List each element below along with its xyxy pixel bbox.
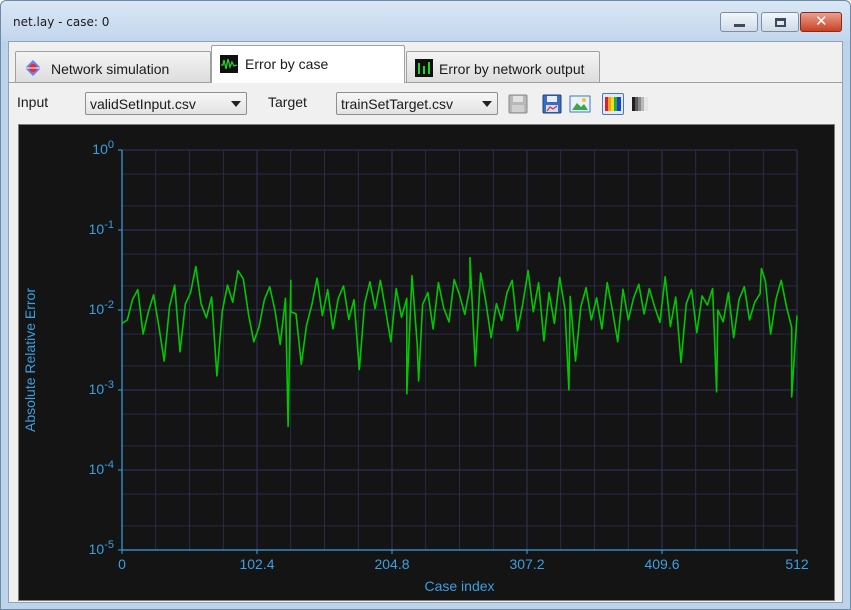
y-tick-label: 10-3	[89, 379, 114, 397]
x-tick-label: 102.4	[239, 556, 274, 572]
save-disk-icon	[508, 94, 528, 114]
grayscale-palette-icon	[632, 97, 648, 111]
client-area: Network simulation Error by case Error b…	[8, 41, 843, 603]
y-tick-label: 100	[92, 139, 114, 157]
y-tick-label: 10-2	[89, 299, 114, 317]
color-palette-toggle[interactable]	[602, 93, 624, 115]
window-title: net.lay - case: 0	[13, 15, 110, 29]
export-picture-button[interactable]	[569, 93, 591, 115]
minimize-icon	[734, 24, 745, 27]
maximize-button[interactable]	[761, 12, 799, 32]
plot-area[interactable]: 0 102.4 204.8 307.2 409.6 512 100 10-1 10-2 10-3 1…	[18, 124, 835, 601]
color-palette-icon	[605, 97, 621, 111]
title-bar[interactable]: net.lay - case: 0 ✕	[1, 1, 850, 41]
tab-label: Error by network output	[439, 61, 585, 77]
close-button[interactable]: ✕	[800, 12, 842, 32]
input-label: Input	[17, 94, 49, 110]
close-icon: ✕	[815, 12, 828, 30]
tab-label: Network simulation	[51, 61, 170, 77]
chevron-down-icon	[482, 101, 492, 107]
y-tick-label: 10-5	[89, 539, 114, 557]
x-tick-label: 409.6	[644, 556, 679, 572]
bar-meter-icon	[415, 59, 433, 77]
x-tick-label: 307.2	[509, 556, 544, 572]
target-select[interactable]: trainSetTarget.csv	[336, 92, 498, 115]
chevron-down-icon	[231, 101, 241, 107]
save-image-button[interactable]	[541, 93, 563, 115]
tab-network-simulation[interactable]: Network simulation	[15, 51, 211, 83]
y-tick-label: 10-4	[89, 459, 114, 477]
target-select-value: trainSetTarget.csv	[341, 96, 454, 112]
minimize-button[interactable]	[720, 12, 758, 32]
maximize-icon	[775, 18, 786, 27]
error-chart: 0 102.4 204.8 307.2 409.6 512 100 10-1 10-2 10-3 1…	[19, 125, 834, 600]
tab-error-by-case[interactable]: Error by case	[211, 45, 405, 83]
grayscale-palette-toggle[interactable]	[630, 93, 652, 115]
input-select-value: validSetInput.csv	[90, 96, 196, 112]
app-window: net.lay - case: 0 ✕ Network simulation E…	[0, 0, 851, 610]
save-image-icon	[542, 94, 562, 114]
y-axis-title: Absolute Relative Error	[22, 288, 38, 432]
x-axis-title: Case index	[424, 578, 494, 594]
input-select[interactable]: validSetInput.csv	[85, 92, 247, 115]
target-label: Target	[268, 94, 307, 110]
tab-label: Error by case	[245, 56, 329, 72]
x-tick-label: 204.8	[374, 556, 409, 572]
y-tick-label: 10-1	[89, 219, 114, 237]
export-picture-icon	[569, 95, 591, 113]
network-icon	[25, 60, 41, 76]
save-button[interactable]	[507, 93, 529, 115]
waveform-icon	[220, 55, 238, 73]
tab-error-by-network-output[interactable]: Error by network output	[406, 51, 600, 83]
x-tick-label: 512	[785, 556, 809, 572]
x-tick-label: 0	[118, 556, 126, 572]
